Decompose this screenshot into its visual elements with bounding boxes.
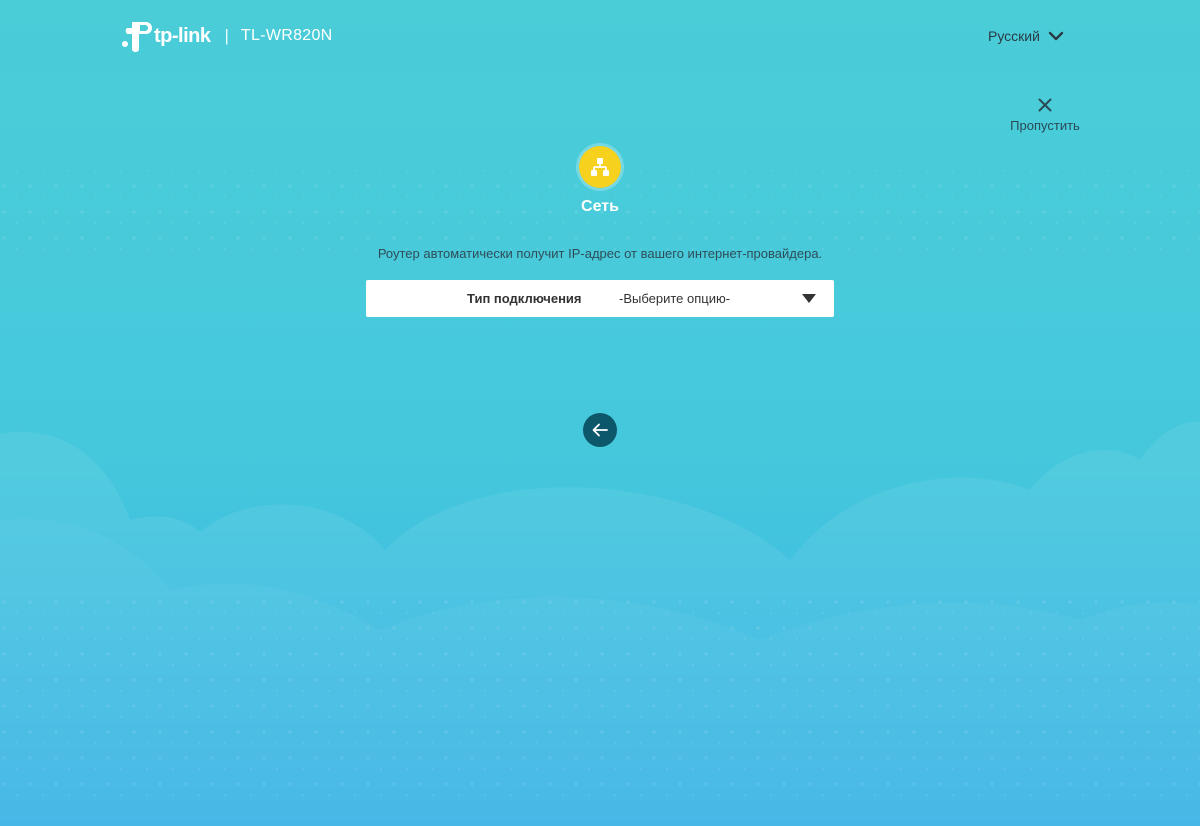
skip-button[interactable]: Пропустить	[1004, 94, 1086, 138]
arrow-left-icon	[592, 423, 608, 437]
network-icon	[591, 158, 609, 176]
caret-down-icon	[802, 294, 816, 303]
chevron-down-icon	[1048, 31, 1064, 41]
cloud-background	[0, 421, 1200, 826]
tp-link-logo-icon	[122, 22, 152, 53]
close-icon	[1038, 98, 1052, 112]
network-step-badge	[579, 146, 621, 188]
step-description: Роутер автоматически получит IP-адрес от…	[377, 246, 823, 261]
connection-type-label: Тип подключения	[467, 291, 582, 306]
connection-type-select[interactable]: Тип подключения -Выберите опцию-	[366, 280, 834, 317]
model-name: TL-WR820N	[240, 27, 333, 44]
skip-label: Пропустить	[1010, 118, 1080, 133]
brand-header: tp-link | TL-WR820N	[118, 16, 333, 56]
language-select[interactable]: Русский	[988, 26, 1064, 46]
language-label: Русский	[988, 28, 1040, 44]
brand-separator: |	[224, 26, 229, 45]
quick-setup-page: tp-link | TL-WR820N Русский Пропустить С…	[0, 0, 1200, 826]
back-button[interactable]	[583, 413, 617, 447]
brand-name: tp-link	[154, 24, 211, 47]
connection-type-value: -Выберите опцию-	[619, 291, 731, 306]
step-title: Сеть	[581, 198, 619, 215]
